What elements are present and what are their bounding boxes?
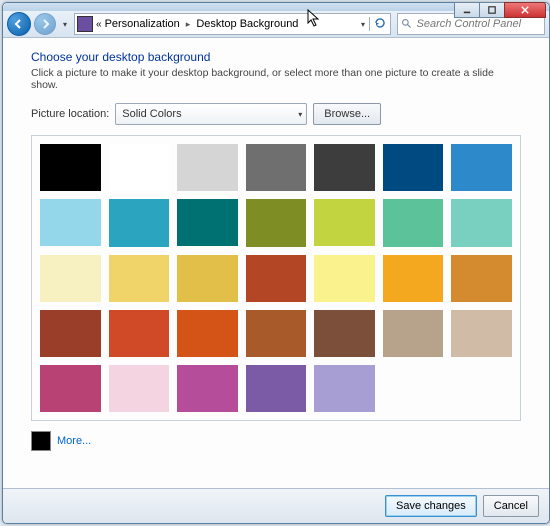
picture-location-row: Picture location: Solid Colors ▾ Browse.…	[31, 103, 521, 125]
breadcrumb-back-chevron[interactable]: «	[96, 19, 102, 30]
color-swatch[interactable]	[177, 255, 238, 302]
browse-button[interactable]: Browse...	[313, 103, 381, 125]
content-area: Choose your desktop background Click a p…	[3, 38, 549, 488]
command-bar: Save changes Cancel	[3, 488, 549, 523]
color-swatch[interactable]	[314, 199, 375, 246]
address-bar[interactable]: « Personalization Desktop Background ▾	[74, 13, 391, 35]
color-swatch-grid	[40, 144, 512, 412]
color-swatch[interactable]	[314, 365, 375, 412]
breadcrumb-item-desktop-background[interactable]: Desktop Background	[196, 18, 298, 30]
chevron-right-icon[interactable]	[183, 18, 194, 30]
color-swatch[interactable]	[451, 144, 512, 191]
color-swatch[interactable]	[451, 199, 512, 246]
color-swatch[interactable]	[40, 310, 101, 357]
color-swatch[interactable]	[314, 144, 375, 191]
color-swatch[interactable]	[109, 255, 170, 302]
maximize-button[interactable]	[479, 2, 505, 18]
save-changes-button[interactable]: Save changes	[385, 495, 477, 517]
dropdown-selected-value: Solid Colors	[122, 108, 181, 120]
color-swatch[interactable]	[109, 365, 170, 412]
picture-location-dropdown[interactable]: Solid Colors ▾	[115, 103, 307, 125]
color-swatch[interactable]	[246, 255, 307, 302]
color-swatch[interactable]	[40, 199, 101, 246]
chevron-down-icon: ▾	[298, 110, 302, 119]
color-swatch[interactable]	[383, 310, 444, 357]
address-dropdown-icon[interactable]: ▾	[361, 20, 365, 29]
search-icon	[401, 18, 412, 30]
personalization-icon	[77, 16, 93, 32]
caption-buttons	[455, 2, 546, 18]
color-swatch[interactable]	[177, 199, 238, 246]
color-swatch-panel	[31, 135, 521, 421]
color-swatch[interactable]	[109, 199, 170, 246]
color-swatch[interactable]	[246, 144, 307, 191]
nav-history-dropdown[interactable]: ▾	[59, 14, 71, 34]
color-swatch[interactable]	[383, 255, 444, 302]
color-swatch[interactable]	[177, 310, 238, 357]
color-swatch[interactable]	[246, 310, 307, 357]
close-button[interactable]	[504, 2, 546, 18]
back-button[interactable]	[7, 12, 31, 36]
minimize-button[interactable]	[454, 2, 480, 18]
color-swatch[interactable]	[109, 310, 170, 357]
color-swatch[interactable]	[246, 199, 307, 246]
save-changes-label: Save changes	[396, 500, 466, 512]
page-subtitle: Click a picture to make it your desktop …	[31, 67, 521, 91]
separator	[369, 17, 370, 31]
color-swatch[interactable]	[314, 310, 375, 357]
search-input[interactable]	[415, 17, 542, 31]
color-swatch[interactable]	[40, 144, 101, 191]
titlebar	[3, 3, 549, 11]
color-swatch[interactable]	[109, 144, 170, 191]
browse-button-label: Browse...	[324, 108, 370, 120]
picture-location-label: Picture location:	[31, 108, 109, 120]
cancel-button[interactable]: Cancel	[483, 495, 539, 517]
color-swatch[interactable]	[177, 144, 238, 191]
color-swatch[interactable]	[177, 365, 238, 412]
color-swatch[interactable]	[451, 255, 512, 302]
color-swatch[interactable]	[40, 255, 101, 302]
color-swatch[interactable]	[246, 365, 307, 412]
breadcrumb-item-personalization[interactable]: Personalization	[105, 18, 180, 30]
forward-button[interactable]	[34, 13, 56, 35]
page-title: Choose your desktop background	[31, 50, 521, 64]
color-swatch[interactable]	[383, 199, 444, 246]
refresh-icon[interactable]	[374, 17, 386, 32]
cancel-label: Cancel	[494, 500, 528, 512]
control-panel-window: ▾ « Personalization Desktop Background ▾…	[2, 2, 550, 524]
color-swatch[interactable]	[383, 144, 444, 191]
current-color-swatch[interactable]	[31, 431, 51, 451]
color-swatch[interactable]	[40, 365, 101, 412]
more-colors-row: More...	[31, 431, 521, 451]
color-swatch[interactable]	[314, 255, 375, 302]
color-swatch[interactable]	[451, 310, 512, 357]
more-colors-link[interactable]: More...	[57, 435, 91, 447]
